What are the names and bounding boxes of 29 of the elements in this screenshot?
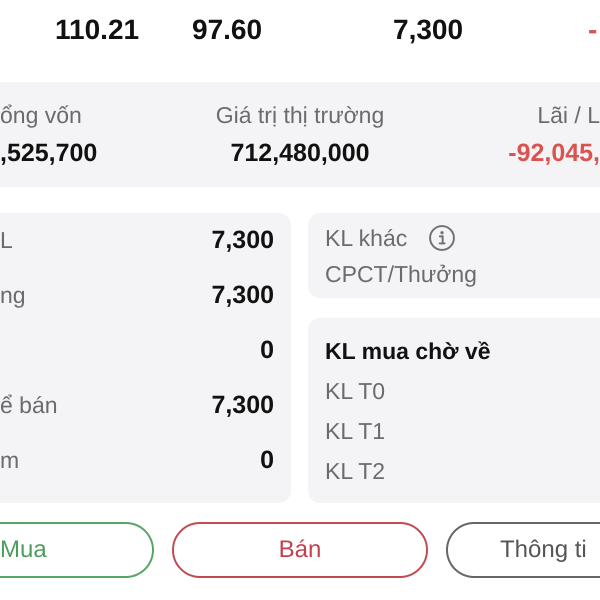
summary-label: ổng vốn [0,101,82,130]
summary-value: ,525,700 [0,138,98,169]
info-button[interactable]: Thông ti [446,522,600,578]
holding-label: m [0,447,20,474]
stat-value: - [588,14,598,46]
holding-value: 7,300 [211,391,274,420]
holding-value: 0 [260,336,274,365]
stat-value: 97.60 [192,14,262,46]
holding-value: 7,300 [211,226,274,255]
holding-label: ể bán [0,392,58,419]
sell-button[interactable]: Bán [172,522,428,578]
row-label: KL T0 [325,377,386,406]
holding-label: L [0,227,13,254]
holding-value: 0 [260,446,274,475]
summary-label: Lãi / L [537,101,600,130]
holding-label: ng [0,282,26,309]
stat-value: 110.21 [55,14,140,46]
row-label: KL T1 [325,417,386,446]
card-title: KL khác [325,224,408,253]
summary-value: -92,045, [508,138,600,169]
stat-value: 7,300 [393,14,464,46]
row-label: KL T2 [325,457,386,486]
card-title: KL mua chờ về [325,337,492,366]
buy-button[interactable]: Mua [0,522,154,578]
info-icon[interactable] [429,225,456,251]
row-label: CPCT/Thưởng [325,260,478,289]
holding-value: 7,300 [211,281,274,310]
summary-value: 712,480,000 [230,138,370,169]
summary-label: Giá trị thị trường [216,101,384,130]
